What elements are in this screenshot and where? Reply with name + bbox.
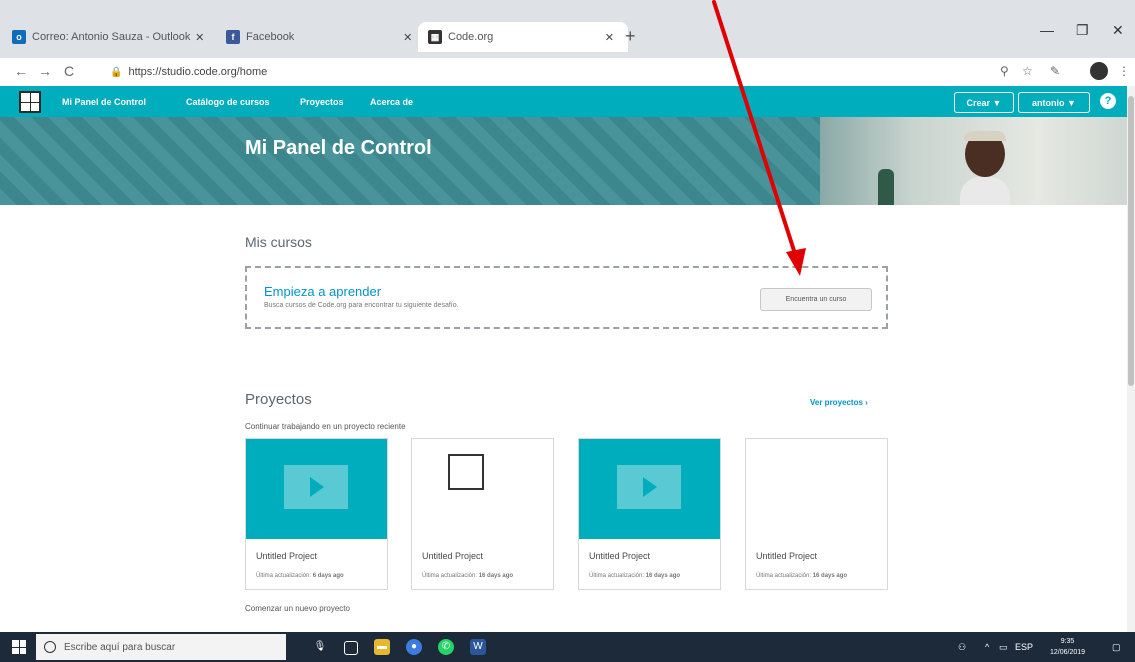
page-title: Mi Panel de Control <box>245 137 432 159</box>
tab-facebook[interactable]: f Facebook ✕ <box>226 22 412 52</box>
close-icon[interactable]: ✕ <box>605 31 614 44</box>
tab-title: Correo: Antonio Sauza - Outlook <box>32 31 191 43</box>
address-bar-row: ← → C 🔒 https://studio.code.org/home ⚲ ☆… <box>0 58 1135 87</box>
tab-title: Facebook <box>246 31 295 43</box>
bookmark-star-icon[interactable]: ☆ <box>1022 64 1033 78</box>
chrome-icon[interactable]: ● <box>406 639 422 655</box>
square-icon <box>448 454 484 490</box>
codeorg-logo[interactable] <box>19 91 41 113</box>
nav-course-catalog[interactable]: Catálogo de cursos <box>186 97 270 107</box>
project-thumbnail <box>412 439 553 539</box>
project-card[interactable]: Untitled Project Última actualización: 1… <box>411 438 554 590</box>
empty-courses-box: Empieza a aprender Busca cursos de Code.… <box>245 266 888 329</box>
project-name: Untitled Project <box>422 551 484 561</box>
restore-icon[interactable]: ❐ <box>1076 22 1089 39</box>
close-window-icon[interactable]: ✕ <box>1112 22 1124 39</box>
tab-codeorg[interactable]: ▦ Code.org ✕ <box>418 22 628 52</box>
project-name: Untitled Project <box>256 551 318 561</box>
student-photo <box>960 121 1010 205</box>
new-tab-icon[interactable]: + <box>625 26 636 47</box>
create-dropdown[interactable]: Crear ▼ <box>954 92 1014 113</box>
file-explorer-icon[interactable]: ▬ <box>374 639 390 655</box>
codeorg-header: Mi Panel de Control Catálogo de cursos P… <box>0 86 1130 117</box>
menu-dots-icon[interactable]: ⋮ <box>1118 64 1130 78</box>
page-scrollbar[interactable] <box>1127 86 1135 632</box>
play-icon <box>617 465 681 509</box>
project-name: Untitled Project <box>589 551 651 561</box>
windows-start-icon[interactable] <box>12 640 26 654</box>
project-card[interactable]: Untitled Project Última actualización: 1… <box>578 438 721 590</box>
lock-icon: 🔒 <box>110 66 123 78</box>
reload-icon[interactable]: C <box>64 63 74 79</box>
close-icon[interactable]: ✕ <box>403 31 412 44</box>
project-thumbnail <box>579 439 720 539</box>
minimize-icon[interactable]: — <box>1040 22 1054 38</box>
browser-tab-strip: o Correo: Antonio Sauza - Outlook ✕ f Fa… <box>0 0 1135 58</box>
forward-icon[interactable]: → <box>38 63 52 79</box>
find-course-button[interactable]: Encuentra un curso <box>760 288 872 311</box>
project-card[interactable]: Untitled Project Última actualización: 6… <box>245 438 388 590</box>
nav-dashboard[interactable]: Mi Panel de Control <box>62 97 146 107</box>
windows-taskbar: Escribe aquí para buscar 🎙 ▬ ● ✆ W ⚇ ^ ▭… <box>0 632 1135 662</box>
nav-projects[interactable]: Proyectos <box>300 97 344 107</box>
banner-photo <box>820 117 1130 205</box>
clock-time: 9:35 <box>1060 638 1075 645</box>
cortana-icon <box>44 641 56 653</box>
start-learning-text: Busca cursos de Code.org para encontrar … <box>264 302 459 309</box>
word-icon[interactable]: W <box>470 639 486 655</box>
whatsapp-icon[interactable]: ✆ <box>438 639 454 655</box>
project-updated: Última actualización: 16 days ago <box>589 573 681 579</box>
project-updated: Última actualización: 16 days ago <box>422 573 514 579</box>
dashboard-banner: Mi Panel de Control <box>0 117 1130 205</box>
continue-projects-label: Continuar trabajando en un proyecto reci… <box>245 422 406 431</box>
taskbar-search-placeholder: Escribe aquí para buscar <box>64 641 176 653</box>
project-updated: Última actualización: 16 days ago <box>756 573 848 579</box>
profile-avatar[interactable] <box>1090 62 1108 80</box>
task-view-icon[interactable] <box>344 641 358 655</box>
outlook-icon: o <box>12 30 26 44</box>
project-card[interactable]: Untitled Project Última actualización: 1… <box>745 438 888 590</box>
clock-date: 12/06/2019 <box>1050 649 1086 656</box>
people-icon[interactable]: ⚇ <box>958 642 966 653</box>
extension-icon[interactable]: ✎ <box>1050 64 1060 78</box>
tab-title: Code.org <box>448 31 494 43</box>
notification-icon[interactable]: ▢ <box>1112 642 1121 653</box>
close-icon[interactable]: ✕ <box>195 31 204 44</box>
project-name: Untitled Project <box>756 551 818 561</box>
nav-about[interactable]: Acerca de <box>370 97 413 107</box>
taskbar-search[interactable]: Escribe aquí para buscar <box>36 634 286 660</box>
courses-heading: Mis cursos <box>245 234 312 250</box>
projects-heading: Proyectos <box>245 391 312 408</box>
project-thumbnail <box>746 439 887 539</box>
project-updated: Última actualización: 6 days ago <box>256 573 344 579</box>
scrollbar-thumb[interactable] <box>1128 96 1134 386</box>
play-icon <box>284 465 348 509</box>
language-indicator[interactable]: ESP <box>1015 642 1033 652</box>
start-learning-title: Empieza a aprender <box>264 284 382 299</box>
back-icon[interactable]: ← <box>14 63 28 79</box>
chevron-up-icon[interactable]: ^ <box>985 642 989 652</box>
codeorg-icon: ▦ <box>428 30 442 44</box>
zoom-icon[interactable]: ⚲ <box>1000 64 1009 78</box>
user-menu-dropdown[interactable]: antonio ▼ <box>1018 92 1090 113</box>
background-person <box>878 169 894 205</box>
microphone-icon[interactable]: 🎙 <box>312 639 328 655</box>
network-icon[interactable]: ▭ <box>999 642 1008 653</box>
new-project-label: Comenzar un nuevo proyecto <box>245 604 350 613</box>
help-icon[interactable]: ? <box>1100 93 1116 109</box>
project-thumbnail <box>246 439 387 539</box>
facebook-icon: f <box>226 30 240 44</box>
url-text: https://studio.code.org/home <box>128 66 268 78</box>
url-field[interactable]: 🔒 https://studio.code.org/home <box>110 62 990 82</box>
tab-outlook[interactable]: o Correo: Antonio Sauza - Outlook ✕ <box>12 22 204 52</box>
taskbar-clock[interactable]: 9:35 12/06/2019 <box>1050 636 1085 658</box>
view-projects-link[interactable]: Ver proyectos › <box>810 398 868 407</box>
